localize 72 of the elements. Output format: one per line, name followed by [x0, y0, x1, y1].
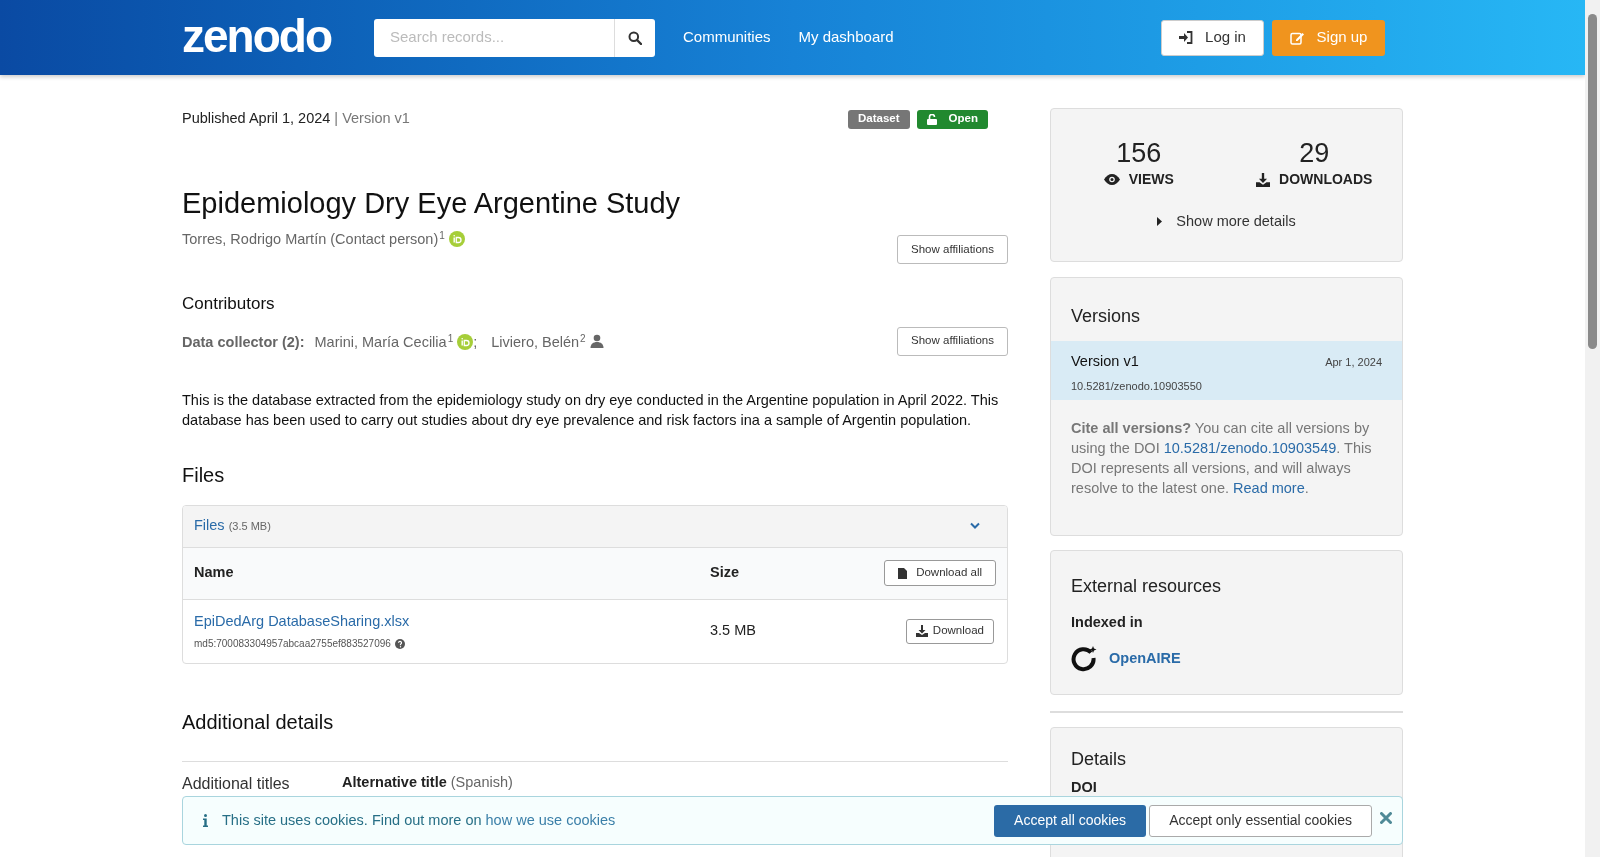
eye-icon: [1103, 174, 1120, 185]
cookie-notice: This site uses cookies. Find out more on how we use cookies: [222, 810, 616, 830]
show-affiliations-button[interactable]: Show affiliations: [897, 235, 1008, 264]
views-count: 156: [1116, 139, 1162, 167]
scrollbar[interactable]: [1585, 0, 1600, 857]
edit-icon: [1289, 30, 1305, 45]
read-more-link[interactable]: Read more: [1233, 480, 1305, 496]
detail-label: DOI: [1071, 778, 1098, 797]
publication-info: Published April 1, 2024 | Version v1: [182, 109, 410, 129]
download-all-button[interactable]: Download all: [884, 560, 996, 586]
cite-all-versions-text: Cite all versions? You can cite all versions by using the DOI 10.5281/zenodo.10903549. This DOI represents all versions, and will always resolve to the latest one. Read more.: [1070, 419, 1373, 498]
separator: ;: [473, 332, 478, 352]
openaire-logo-icon: [1071, 645, 1098, 672]
scrollbar-thumb[interactable]: [1588, 14, 1597, 349]
files-accordion-title[interactable]: Files (3.5 MB): [194, 515, 271, 537]
caret-icon: [1157, 217, 1163, 227]
card-heading: Versions: [1070, 305, 1142, 328]
views-label: VIEWS: [1103, 169, 1174, 190]
access-badge: Open: [916, 109, 988, 129]
card-heading: Details: [1071, 748, 1128, 771]
section-heading: Contributors: [182, 293, 276, 315]
unlock-icon: [926, 113, 937, 125]
version-label: Version v1: [1071, 352, 1139, 371]
version-date: Apr 1, 2024: [1325, 354, 1382, 370]
info-icon: [203, 814, 208, 827]
help-icon[interactable]: [394, 638, 405, 649]
type-badge: Dataset: [848, 109, 910, 129]
section-heading: Additional details: [182, 709, 335, 735]
nav-link[interactable]: Communities: [683, 26, 771, 49]
version-doi: 10.5281/zenodo.10903550: [1071, 378, 1203, 394]
creator-name[interactable]: Torres, Rodrigo Martín (Contact person)$^{1}$: [182, 231, 465, 247]
orcid-icon: [448, 231, 465, 247]
contributor-role: Data collector (2):: [182, 332, 305, 352]
detail-value: Alternative title (Spanish): [342, 772, 513, 792]
contributor-name[interactable]: Liviero, Belén$^{2}$: [491, 331, 604, 354]
show-more-details-button[interactable]: Show more details: [1157, 211, 1296, 233]
login-icon: [1179, 31, 1194, 44]
section-heading: Files: [182, 462, 226, 488]
column-header: Name: [194, 563, 235, 583]
close-icon[interactable]: [1380, 811, 1392, 824]
indexed-in-label: Indexed in: [1071, 613, 1144, 632]
person-icon: [589, 333, 604, 348]
detail-label: Additional titles: [182, 773, 291, 794]
file-size: 3.5 MB: [710, 621, 756, 641]
card-heading: External resources: [1071, 575, 1223, 598]
download-icon: [1256, 172, 1271, 187]
file-link[interactable]: EpiDedArg DatabaseSharing.xlsx: [194, 610, 710, 633]
download-button[interactable]: Download: [905, 618, 994, 644]
record-description: This is the database extracted from the epidemiology study on dry eye conducted in the Argentine population in April 2022. This database has been used to carry out studies about dry eye prevalence and risk factors ina a sample of Argentin population.: [182, 390, 1000, 430]
search-button[interactable]: [614, 18, 655, 57]
files-accordion-header[interactable]: Files (3.5 MB): [183, 505, 1007, 548]
show-affiliations-button[interactable]: Show affiliations: [897, 326, 1008, 356]
logo[interactable]: zenodo: [182, 9, 331, 62]
downloads-label: DOWNLOADS: [1256, 169, 1373, 190]
column-header: Size: [710, 563, 739, 583]
chevron-down-icon[interactable]: [970, 522, 980, 530]
cookie-policy-link[interactable]: how we use cookies: [485, 811, 616, 828]
downloads-count: 29: [1299, 139, 1330, 167]
version-item[interactable]: Version v1 Apr 1, 2024 10.5281/zenodo.10903550: [1051, 341, 1402, 400]
search-icon: [628, 30, 642, 45]
file-icon: [898, 567, 908, 579]
accept-essential-cookies-button[interactable]: Accept only essential cookies: [1149, 804, 1372, 837]
file-checksum: md5:700083304957abcaa2755ef883527096: [194, 637, 391, 652]
login-button[interactable]: Log in: [1161, 19, 1264, 56]
accept-all-cookies-button[interactable]: Accept all cookies: [994, 804, 1147, 837]
openaire-link[interactable]: OpenAIRE: [1109, 647, 1181, 670]
orcid-icon: [457, 333, 474, 350]
record-title: Epidemiology Dry Eye Argentine Study: [182, 186, 682, 221]
nav-link[interactable]: My dashboard: [798, 26, 894, 49]
search-field[interactable]: Search records...: [374, 18, 614, 57]
download-icon: [915, 625, 928, 637]
contributor-name[interactable]: Marini, María Cecilia$^{1}$: [314, 331, 474, 354]
